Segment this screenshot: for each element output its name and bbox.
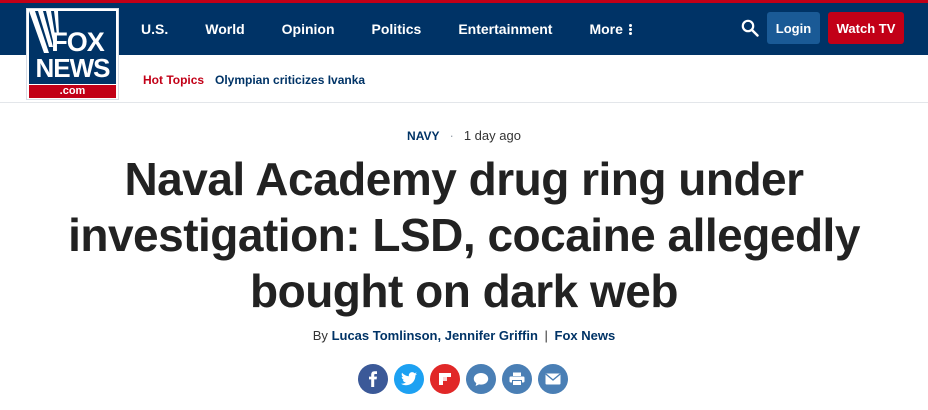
flipboard-icon [439, 373, 451, 385]
facebook-icon [369, 371, 377, 387]
byline-prefix: By [312, 328, 328, 343]
twitter-share-button[interactable] [394, 364, 424, 394]
article-eyebrow: NAVY · 1 day ago [0, 128, 928, 143]
article-category[interactable]: NAVY [407, 129, 439, 143]
email-icon [545, 373, 561, 385]
logo-fox-text: FOX [51, 27, 105, 57]
article-timestamp: 1 day ago [463, 128, 521, 143]
flipboard-share-button[interactable] [430, 364, 460, 394]
nav-more-menu[interactable]: More [589, 21, 632, 37]
hot-topics-label: Hot Topics [143, 73, 205, 87]
watch-tv-button[interactable]: Watch TV [828, 12, 904, 44]
facebook-share-button[interactable] [358, 364, 388, 394]
login-button[interactable]: Login [767, 12, 820, 44]
logo-box: FOX NEWS [29, 11, 116, 84]
print-button[interactable] [502, 364, 532, 394]
nav-link-us[interactable]: U.S. [141, 21, 168, 37]
fox-news-logo[interactable]: FOX NEWS .com [26, 8, 119, 100]
share-buttons [358, 364, 574, 394]
byline-source: Fox News [554, 328, 616, 343]
nav-link-world[interactable]: World [205, 21, 244, 37]
byline-authors[interactable]: Lucas Tomlinson, Jennifer Griffin [332, 328, 538, 343]
nav-link-politics[interactable]: Politics [372, 21, 422, 37]
logo-domain: .com [29, 85, 116, 98]
nav-links: U.S. World Opinion Politics Entertainmen… [141, 3, 632, 55]
hot-topics-bar: Hot Topics Olympian criticizes Ivanka [0, 55, 928, 103]
hot-topic-link[interactable]: Olympian criticizes Ivanka [215, 73, 365, 87]
eyebrow-separator: · [449, 128, 454, 143]
article-headline: Naval Academy drug ring under investigat… [68, 153, 860, 317]
email-share-button[interactable] [538, 364, 568, 394]
search-icon[interactable] [741, 19, 759, 37]
logo-news-text: NEWS [35, 53, 111, 83]
nav-link-opinion[interactable]: Opinion [282, 21, 335, 37]
print-icon [509, 372, 525, 386]
more-dots-icon [628, 23, 632, 35]
comment-icon [473, 372, 489, 386]
comments-button[interactable] [466, 364, 496, 394]
nav-link-entertainment[interactable]: Entertainment [458, 21, 552, 37]
nav-more-label: More [589, 21, 623, 37]
twitter-icon [401, 372, 417, 386]
byline-pipe: | [544, 328, 548, 343]
article-byline: By Lucas Tomlinson, Jennifer Griffin | F… [0, 328, 928, 343]
